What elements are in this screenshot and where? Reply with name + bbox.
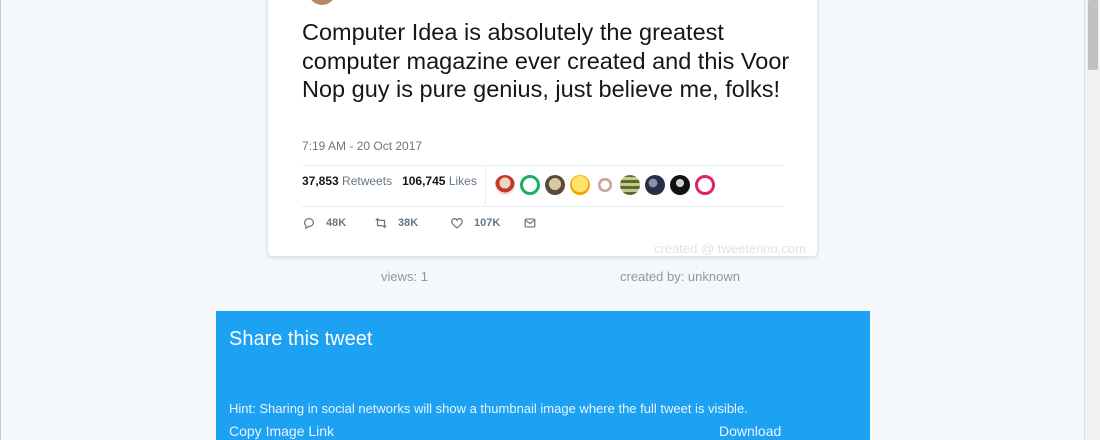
share-panel: Share this tweet Hint: Sharing in social… (216, 311, 870, 440)
liker-avatar[interactable] (545, 175, 565, 195)
retweets-stat[interactable]: 37,853 Retweets (302, 174, 392, 188)
divider (302, 206, 784, 207)
message-icon (524, 218, 536, 228)
share-title: Share this tweet (229, 328, 373, 350)
tweet-card: Computer Idea is absolutely the greatest… (267, 0, 818, 257)
retweet-button[interactable]: 38K (374, 215, 418, 231)
likes-stat[interactable]: 106,745 Likes (402, 174, 477, 188)
divider (302, 165, 784, 166)
retweets-count: 37,853 (302, 174, 339, 188)
watermark: created @ tweeterino.com (654, 241, 806, 256)
reply-button[interactable]: 48K (302, 215, 346, 231)
direct-message-button[interactable] (523, 215, 547, 231)
scrollbar[interactable] (1084, 0, 1100, 440)
tweet-timestamp[interactable]: 7:19 AM - 20 Oct 2017 (302, 139, 422, 153)
tweet-stats: 37,853 Retweets 106,745 Likes (302, 174, 477, 188)
liker-avatar[interactable] (645, 175, 665, 195)
like-count: 107K (474, 217, 501, 229)
copy-image-link[interactable]: Copy Image Link (229, 423, 334, 439)
share-hint: Hint: Sharing in social networks will sh… (229, 401, 748, 416)
liker-avatar[interactable] (495, 175, 515, 195)
liker-avatar[interactable] (520, 175, 540, 195)
retweet-count: 38K (398, 217, 419, 229)
stats-separator (485, 167, 486, 205)
retweets-label: Retweets (342, 174, 393, 188)
scrollbar-thumb[interactable] (1088, 0, 1098, 70)
retweet-icon (375, 217, 387, 229)
liker-avatar[interactable] (695, 175, 715, 195)
likes-label: Likes (448, 174, 477, 188)
reply-count: 48K (326, 217, 347, 229)
page-border (0, 0, 1, 440)
created-by: created by: unknown (620, 269, 740, 284)
like-button[interactable]: 107K (450, 215, 500, 231)
views-count: views: 1 (381, 269, 428, 284)
liker-avatar[interactable] (570, 175, 590, 195)
like-icon (451, 218, 463, 229)
download-link[interactable]: Download (719, 423, 781, 439)
likes-count: 106,745 (402, 174, 446, 188)
liker-avatar[interactable] (595, 175, 615, 195)
avatar[interactable] (308, 0, 336, 5)
tweet-text: Computer Idea is absolutely the greatest… (302, 19, 790, 102)
liker-avatar[interactable] (670, 175, 690, 195)
liker-avatar[interactable] (620, 175, 640, 195)
reply-icon (304, 218, 314, 230)
